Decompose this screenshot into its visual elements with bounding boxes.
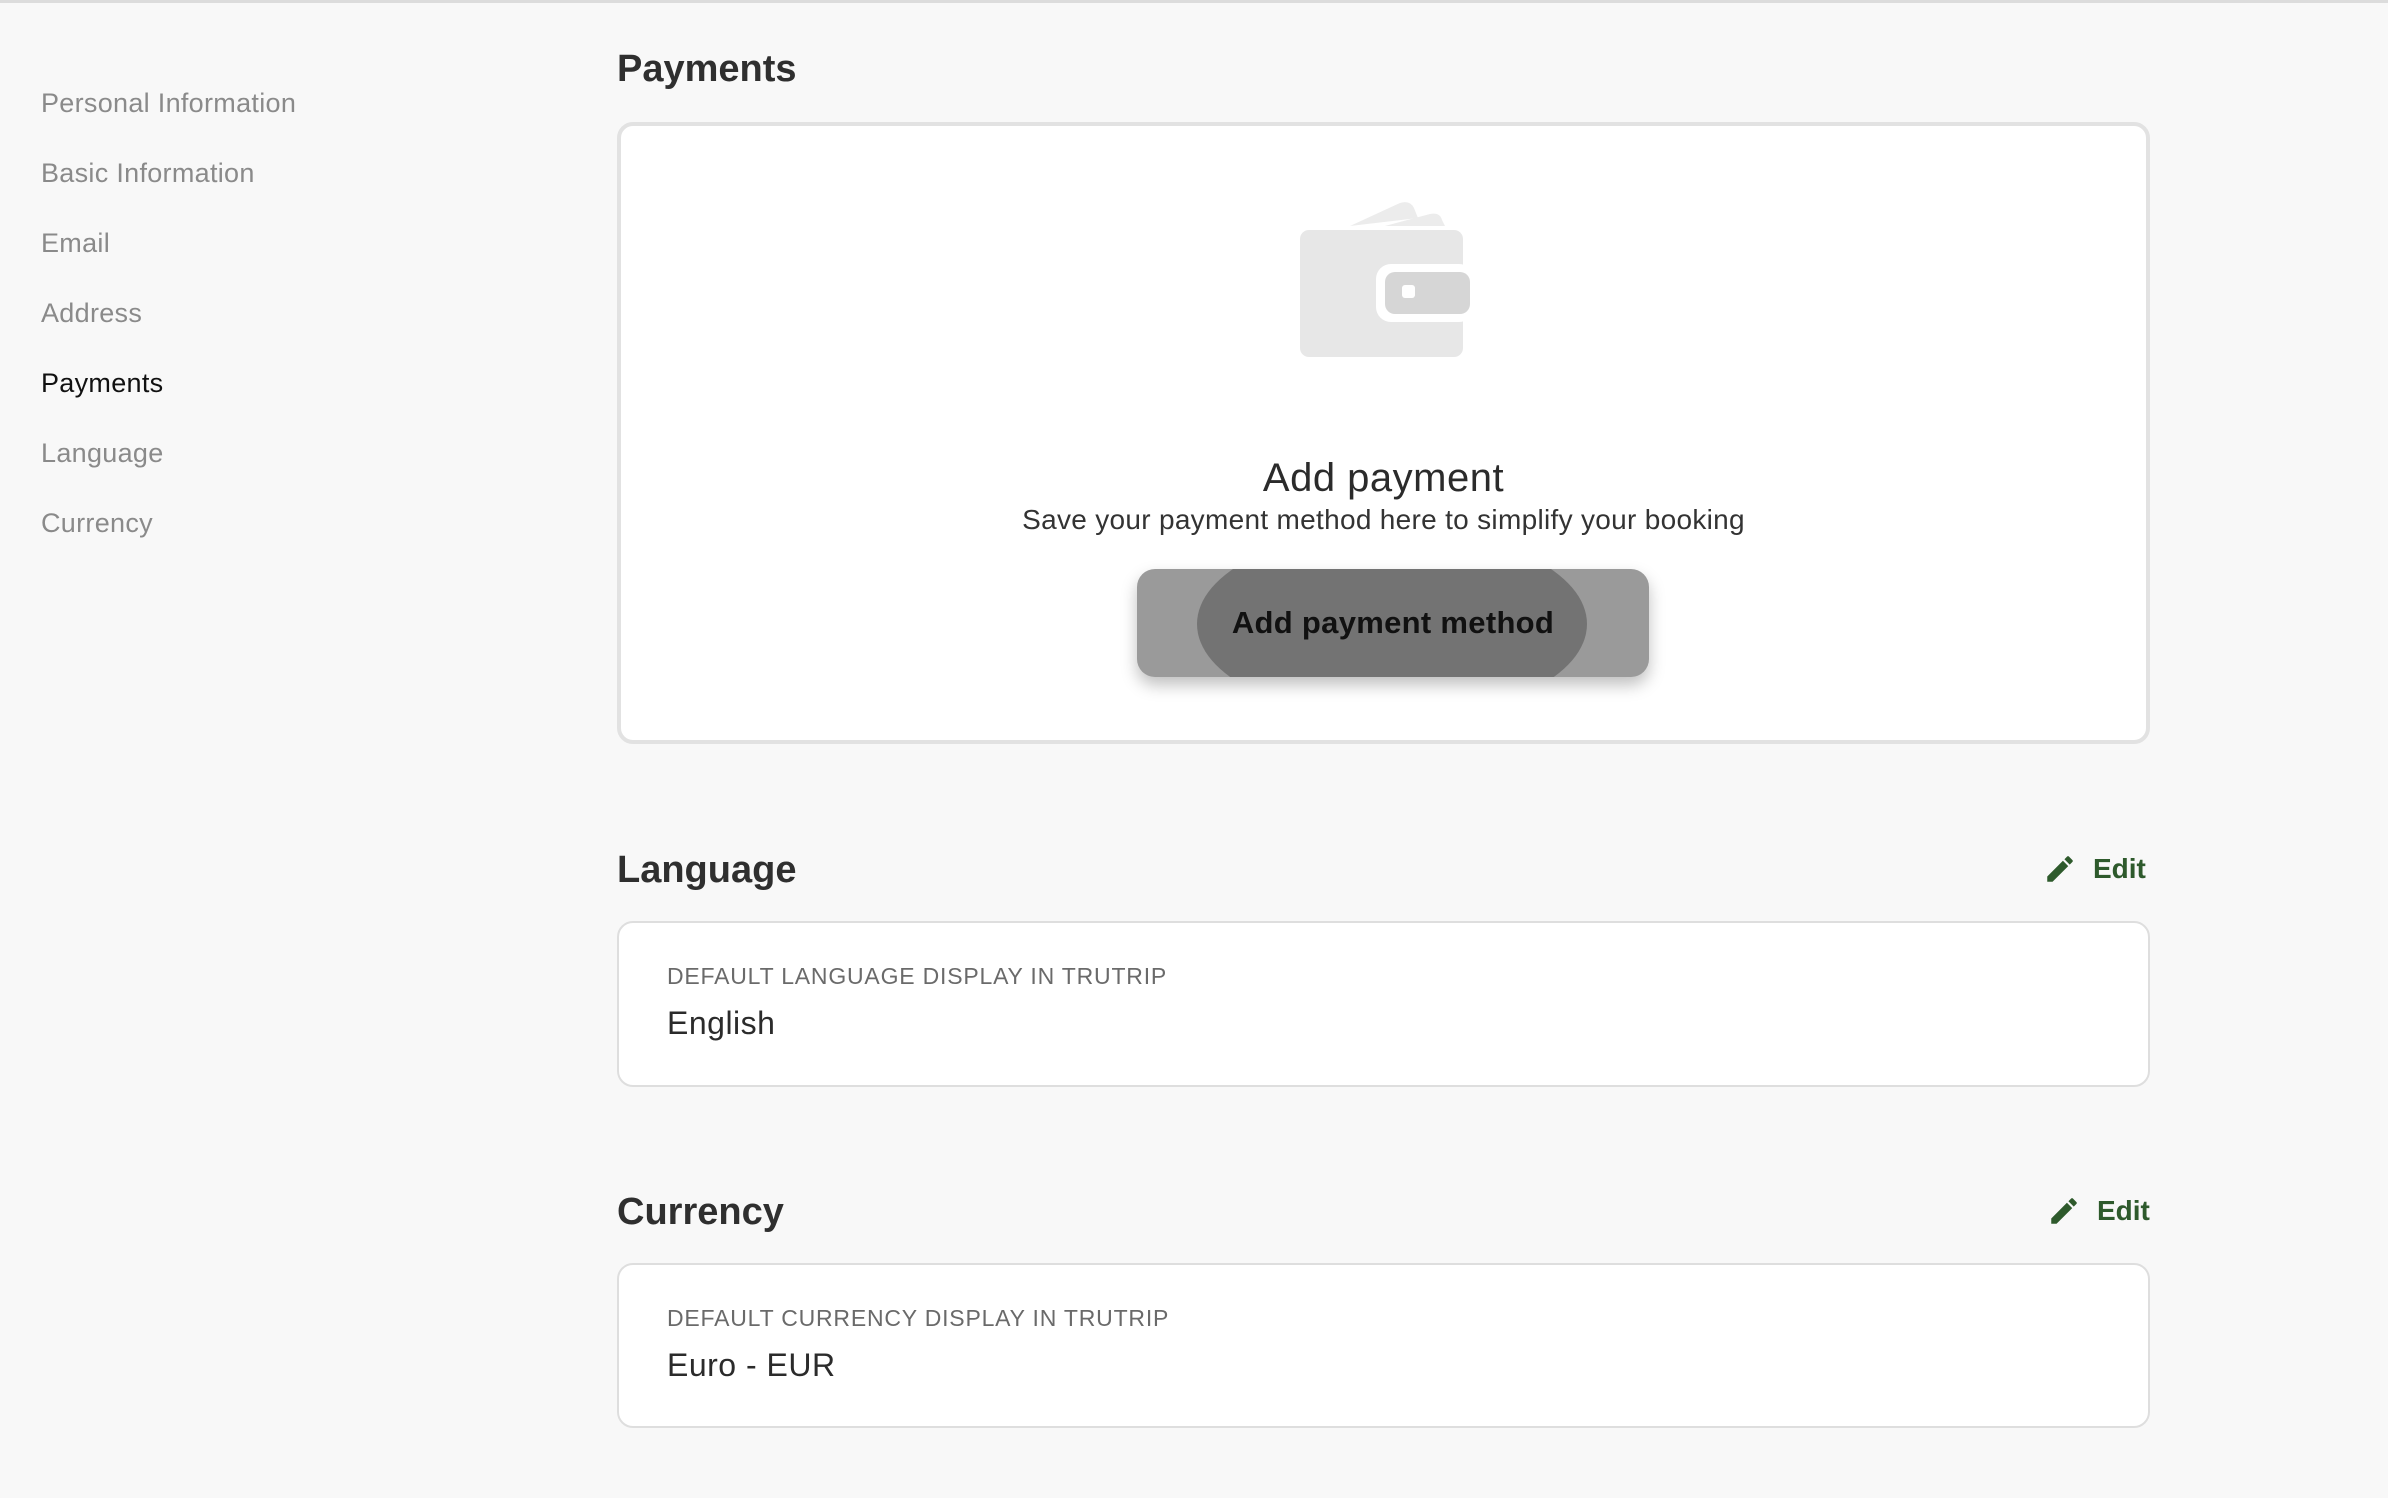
add-payment-method-label: Add payment method — [1231, 605, 1555, 640]
add-payment-method-button[interactable]: Add payment method — [1137, 569, 1649, 677]
payments-section-title: Payments — [617, 48, 797, 90]
language-edit-button[interactable]: Edit — [2043, 852, 2146, 886]
add-payment-subtitle: Save your payment method here to simplif… — [1022, 504, 1745, 535]
sidebar-item-personal-information[interactable]: Personal Information — [41, 88, 296, 119]
language-card: DEFAULT LANGUAGE DISPLAY IN TRUTRIP Engl… — [617, 921, 2150, 1087]
add-payment-title: Add payment — [1262, 456, 1505, 500]
currency-field-value: Euro - EUR — [667, 1347, 836, 1383]
currency-edit-button[interactable]: Edit — [2047, 1194, 2150, 1228]
wallet-icon — [1300, 202, 1474, 357]
currency-edit-label: Edit — [2097, 1195, 2150, 1226]
sidebar-item-email[interactable]: Email — [41, 228, 110, 259]
currency-field-label: DEFAULT CURRENCY DISPLAY IN TRUTRIP — [667, 1305, 1170, 1331]
pencil-icon — [2051, 1198, 2077, 1224]
pencil-icon — [2047, 856, 2073, 882]
currency-card: DEFAULT CURRENCY DISPLAY IN TRUTRIP Euro… — [617, 1263, 2150, 1428]
language-field-value: English — [667, 1005, 776, 1041]
sidebar-item-payments[interactable]: Payments — [41, 368, 163, 399]
sidebar-item-basic-information[interactable]: Basic Information — [41, 158, 255, 189]
sidebar-item-currency[interactable]: Currency — [41, 508, 153, 539]
sidebar-item-address[interactable]: Address — [41, 298, 142, 329]
currency-section-title: Currency — [617, 1191, 784, 1233]
sidebar-item-language[interactable]: Language — [41, 438, 164, 469]
language-section-title: Language — [617, 849, 797, 891]
top-divider — [0, 0, 2388, 3]
language-field-label: DEFAULT LANGUAGE DISPLAY IN TRUTRIP — [667, 963, 1168, 989]
language-edit-label: Edit — [2093, 853, 2146, 884]
